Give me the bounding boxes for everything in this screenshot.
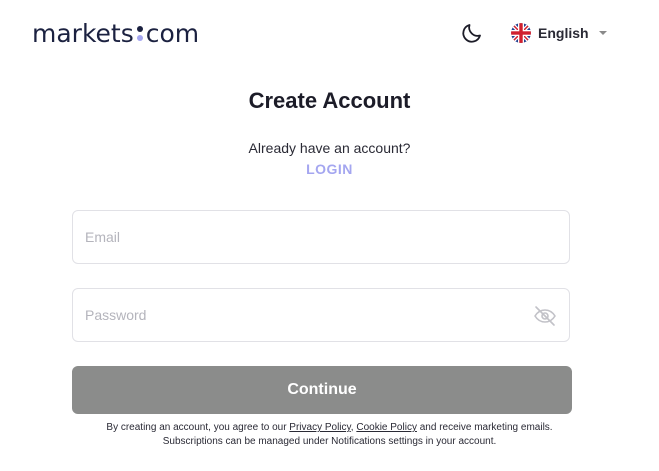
moon-icon: [462, 24, 481, 43]
logo-colon-icon: [136, 25, 143, 41]
logo-text-right: com: [145, 18, 200, 48]
terms-line-2: Subscriptions can be managed under Notif…: [162, 436, 497, 447]
terms-line-1: By creating an account, you agree to our…: [0, 421, 659, 435]
privacy-policy-link[interactable]: Privacy Policy: [289, 422, 351, 433]
terms-prefix: By creating an account, you agree to our: [106, 422, 290, 433]
language-label: English: [538, 25, 589, 41]
already-have-account-text: Already have an account?: [248, 140, 411, 156]
eye-off-icon[interactable]: [533, 304, 557, 328]
terms-text: By creating an account, you agree to our…: [0, 421, 659, 449]
logo-text-left: markets: [32, 18, 134, 48]
password-input[interactable]: [73, 289, 525, 341]
email-field[interactable]: [72, 210, 570, 264]
caret-down-icon: [598, 31, 607, 35]
uk-flag-icon: [511, 23, 531, 43]
theme-toggle-button[interactable]: [459, 20, 485, 46]
page-title: Create Account: [248, 88, 411, 113]
login-link[interactable]: LOGIN: [0, 161, 659, 177]
email-input[interactable]: [73, 211, 525, 263]
markets-logo[interactable]: markets com: [32, 18, 199, 48]
password-field[interactable]: [72, 288, 570, 342]
continue-button[interactable]: Continue: [72, 366, 572, 414]
cookie-policy-link[interactable]: Cookie Policy: [356, 422, 417, 433]
language-selector[interactable]: English: [511, 21, 607, 45]
terms-suffix: and receive marketing emails.: [416, 422, 553, 433]
